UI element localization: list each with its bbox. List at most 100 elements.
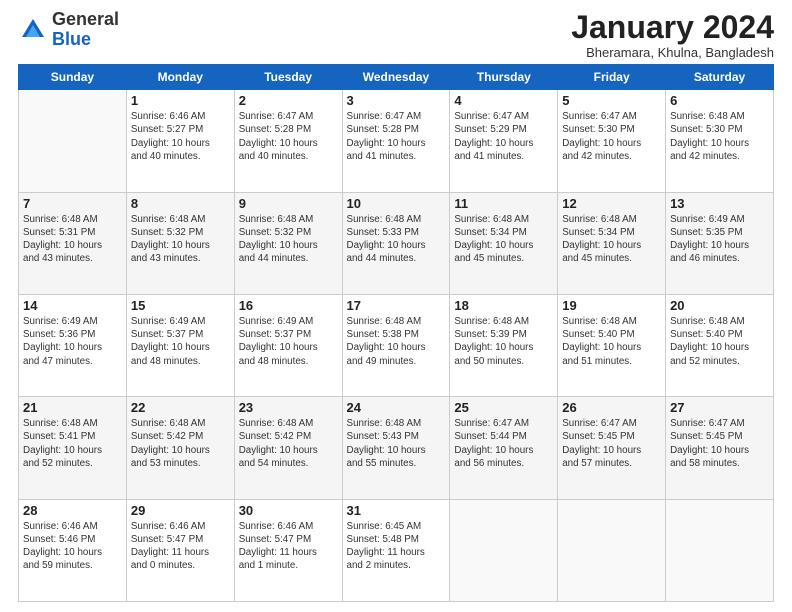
table-row: 1 Sunrise: 6:46 AM Sunset: 5:27 PM Daylig… [126, 90, 234, 192]
table-row: 24 Sunrise: 6:48 AM Sunset: 5:43 PM Dayli… [342, 397, 450, 499]
table-row: 19 Sunrise: 6:48 AM Sunset: 5:40 PM Dayli… [558, 294, 666, 396]
day-number: 17 [347, 298, 446, 313]
day-number: 30 [239, 503, 338, 518]
table-row: 5 Sunrise: 6:47 AM Sunset: 5:30 PM Daylig… [558, 90, 666, 192]
table-row: 29 Sunrise: 6:46 AM Sunset: 5:47 PM Dayli… [126, 499, 234, 601]
day-number: 1 [131, 93, 230, 108]
day-info: Sunrise: 6:47 AM Sunset: 5:45 PM Dayligh… [670, 417, 769, 470]
logo-text: General Blue [52, 10, 119, 50]
day-number: 23 [239, 400, 338, 415]
day-number: 24 [347, 400, 446, 415]
table-row: 14 Sunrise: 6:49 AM Sunset: 5:36 PM Dayli… [19, 294, 127, 396]
day-number: 31 [347, 503, 446, 518]
calendar-week-row: 1 Sunrise: 6:46 AM Sunset: 5:27 PM Daylig… [19, 90, 774, 192]
day-info: Sunrise: 6:48 AM Sunset: 5:32 PM Dayligh… [131, 213, 230, 266]
day-info: Sunrise: 6:46 AM Sunset: 5:46 PM Dayligh… [23, 520, 122, 573]
col-friday: Friday [558, 65, 666, 90]
day-info: Sunrise: 6:49 AM Sunset: 5:37 PM Dayligh… [239, 315, 338, 368]
table-row: 25Sunrise: 6:47 AM Sunset: 5:44 PM Dayli… [450, 397, 558, 499]
table-row: 26 Sunrise: 6:47 AM Sunset: 5:45 PM Dayli… [558, 397, 666, 499]
logo-icon [18, 15, 48, 45]
table-row [666, 499, 774, 601]
day-info: Sunrise: 6:48 AM Sunset: 5:43 PM Dayligh… [347, 417, 446, 470]
day-number: 12 [562, 196, 661, 211]
day-number: 29 [131, 503, 230, 518]
day-info: Sunrise: 6:48 AM Sunset: 5:41 PM Dayligh… [23, 417, 122, 470]
day-info: Sunrise: 6:48 AM Sunset: 5:31 PM Dayligh… [23, 213, 122, 266]
day-info: Sunrise: 6:47 AM Sunset: 5:29 PM Dayligh… [454, 110, 553, 163]
day-number: 9 [239, 196, 338, 211]
table-row: 30 Sunrise: 6:46 AM Sunset: 5:47 PM Dayli… [234, 499, 342, 601]
day-number: 6 [670, 93, 769, 108]
day-number: 20 [670, 298, 769, 313]
table-row: 9 Sunrise: 6:48 AM Sunset: 5:32 PM Daylig… [234, 192, 342, 294]
day-number: 11 [454, 196, 553, 211]
table-row: 17 Sunrise: 6:48 AM Sunset: 5:38 PM Dayli… [342, 294, 450, 396]
day-number: 19 [562, 298, 661, 313]
table-row: 18 Sunrise: 6:48 AM Sunset: 5:39 PM Dayli… [450, 294, 558, 396]
day-info: Sunrise: 6:49 AM Sunset: 5:37 PM Dayligh… [131, 315, 230, 368]
col-saturday: Saturday [666, 65, 774, 90]
table-row: 11 Sunrise: 6:48 AM Sunset: 5:34 PM Dayli… [450, 192, 558, 294]
day-info: Sunrise: 6:49 AM Sunset: 5:36 PM Dayligh… [23, 315, 122, 368]
day-number: 16 [239, 298, 338, 313]
day-number: 2 [239, 93, 338, 108]
day-info: Sunrise: 6:46 AM Sunset: 5:47 PM Dayligh… [239, 520, 338, 573]
table-row [558, 499, 666, 601]
table-row: 20 Sunrise: 6:48 AM Sunset: 5:40 PM Dayli… [666, 294, 774, 396]
calendar-header-row: Sunday Monday Tuesday Wednesday Thursday… [19, 65, 774, 90]
calendar-week-row: 21 Sunrise: 6:48 AM Sunset: 5:41 PM Dayli… [19, 397, 774, 499]
calendar-week-row: 28Sunrise: 6:46 AM Sunset: 5:46 PM Dayli… [19, 499, 774, 601]
table-row: 6 Sunrise: 6:48 AM Sunset: 5:30 PM Daylig… [666, 90, 774, 192]
day-number: 3 [347, 93, 446, 108]
day-number: 14 [23, 298, 122, 313]
table-row: 7 Sunrise: 6:48 AM Sunset: 5:31 PM Daylig… [19, 192, 127, 294]
day-info: Sunrise: 6:45 AM Sunset: 5:48 PM Dayligh… [347, 520, 446, 573]
day-number: 18 [454, 298, 553, 313]
day-info: Sunrise: 6:47 AM Sunset: 5:28 PM Dayligh… [347, 110, 446, 163]
day-info: Sunrise: 6:49 AM Sunset: 5:35 PM Dayligh… [670, 213, 769, 266]
day-info: Sunrise: 6:48 AM Sunset: 5:40 PM Dayligh… [562, 315, 661, 368]
day-info: Sunrise: 6:48 AM Sunset: 5:40 PM Dayligh… [670, 315, 769, 368]
col-thursday: Thursday [450, 65, 558, 90]
day-number: 7 [23, 196, 122, 211]
day-number: 13 [670, 196, 769, 211]
day-info: Sunrise: 6:47 AM Sunset: 5:45 PM Dayligh… [562, 417, 661, 470]
day-number: 21 [23, 400, 122, 415]
day-number: 5 [562, 93, 661, 108]
day-info: Sunrise: 6:46 AM Sunset: 5:27 PM Dayligh… [131, 110, 230, 163]
table-row: 27 Sunrise: 6:47 AM Sunset: 5:45 PM Dayli… [666, 397, 774, 499]
day-info: Sunrise: 6:48 AM Sunset: 5:33 PM Dayligh… [347, 213, 446, 266]
day-info: Sunrise: 6:48 AM Sunset: 5:34 PM Dayligh… [454, 213, 553, 266]
col-monday: Monday [126, 65, 234, 90]
logo: General Blue [18, 10, 119, 50]
calendar-week-row: 7 Sunrise: 6:48 AM Sunset: 5:31 PM Daylig… [19, 192, 774, 294]
table-row: 12Sunrise: 6:48 AM Sunset: 5:34 PM Dayli… [558, 192, 666, 294]
col-tuesday: Tuesday [234, 65, 342, 90]
table-row: 22 Sunrise: 6:48 AM Sunset: 5:42 PM Dayli… [126, 397, 234, 499]
day-number: 27 [670, 400, 769, 415]
table-row: 10 Sunrise: 6:48 AM Sunset: 5:33 PM Dayli… [342, 192, 450, 294]
table-row [19, 90, 127, 192]
header: General Blue January 2024 Bheramara, Khu… [18, 10, 774, 60]
location: Bheramara, Khulna, Bangladesh [571, 45, 774, 60]
table-row: 23Sunrise: 6:48 AM Sunset: 5:42 PM Dayli… [234, 397, 342, 499]
col-wednesday: Wednesday [342, 65, 450, 90]
col-sunday: Sunday [19, 65, 127, 90]
day-info: Sunrise: 6:48 AM Sunset: 5:32 PM Dayligh… [239, 213, 338, 266]
day-number: 10 [347, 196, 446, 211]
day-number: 26 [562, 400, 661, 415]
day-number: 22 [131, 400, 230, 415]
calendar-week-row: 14 Sunrise: 6:49 AM Sunset: 5:36 PM Dayli… [19, 294, 774, 396]
day-info: Sunrise: 6:48 AM Sunset: 5:38 PM Dayligh… [347, 315, 446, 368]
table-row: 21 Sunrise: 6:48 AM Sunset: 5:41 PM Dayli… [19, 397, 127, 499]
day-info: Sunrise: 6:48 AM Sunset: 5:39 PM Dayligh… [454, 315, 553, 368]
day-info: Sunrise: 6:48 AM Sunset: 5:42 PM Dayligh… [131, 417, 230, 470]
table-row: 28Sunrise: 6:46 AM Sunset: 5:46 PM Dayli… [19, 499, 127, 601]
day-info: Sunrise: 6:46 AM Sunset: 5:47 PM Dayligh… [131, 520, 230, 573]
table-row: 15Sunrise: 6:49 AM Sunset: 5:37 PM Dayli… [126, 294, 234, 396]
day-info: Sunrise: 6:48 AM Sunset: 5:30 PM Dayligh… [670, 110, 769, 163]
day-info: Sunrise: 6:47 AM Sunset: 5:30 PM Dayligh… [562, 110, 661, 163]
table-row: 4Sunrise: 6:47 AM Sunset: 5:29 PM Daylig… [450, 90, 558, 192]
calendar-table: Sunday Monday Tuesday Wednesday Thursday… [18, 64, 774, 602]
